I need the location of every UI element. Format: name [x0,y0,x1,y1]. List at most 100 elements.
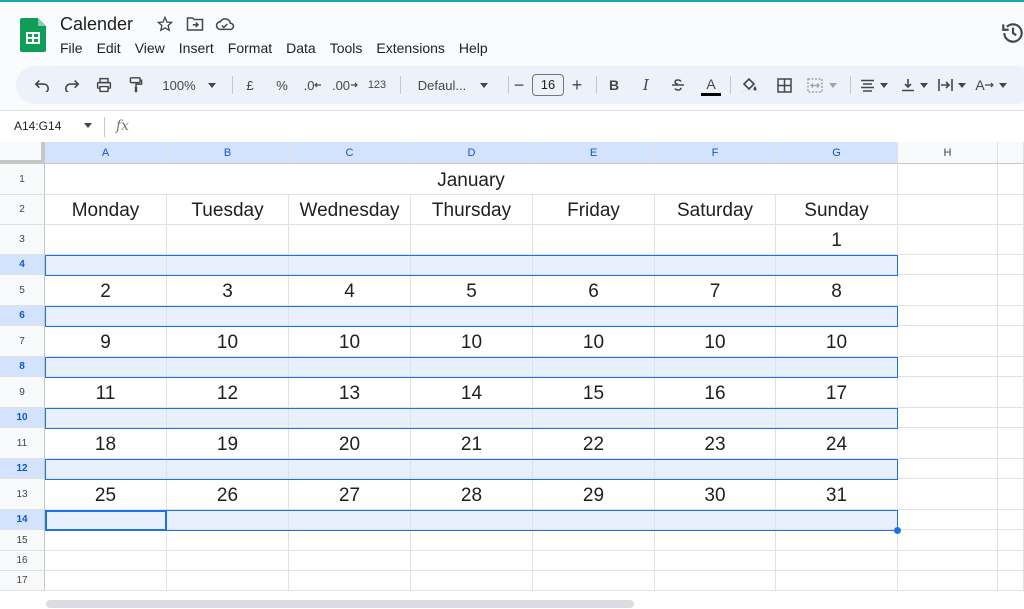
row-header-15[interactable]: 15 [0,530,45,551]
cell-A8[interactable] [45,357,167,377]
cell-A2[interactable]: Monday [45,195,167,225]
cell-I13[interactable] [998,479,1024,510]
cell-H8[interactable] [898,357,998,377]
cell-C8[interactable] [289,357,411,377]
cell-I11[interactable] [998,428,1024,459]
row-header-12[interactable]: 12 [0,459,45,479]
cell-H12[interactable] [898,459,998,479]
column-header-f[interactable]: F [655,142,776,164]
cell-B8[interactable] [167,357,289,377]
cell-F15[interactable] [655,530,776,551]
row-header-17[interactable]: 17 [0,571,45,591]
cell-E3[interactable] [533,225,655,255]
cell-C17[interactable] [289,571,411,591]
fill-color-icon[interactable] [738,66,762,104]
row-header-1[interactable]: 1 [0,164,45,195]
cell-C16[interactable] [289,551,411,571]
cell-A6[interactable] [45,306,167,326]
name-box[interactable]: A14:G14 [14,119,61,133]
cell-E16[interactable] [533,551,655,571]
column-header-b[interactable]: B [167,142,289,164]
cell-E7[interactable]: 10 [533,326,655,357]
cell-C11[interactable]: 20 [289,428,411,459]
cell-A9[interactable]: 11 [45,377,167,408]
column-header-a[interactable]: A [45,142,167,164]
menu-edit[interactable]: Edit [97,40,128,56]
undo-icon[interactable] [30,66,54,104]
cell-B11[interactable]: 19 [167,428,289,459]
cell-A16[interactable] [45,551,167,571]
cell-D14[interactable] [411,510,533,530]
horizontal-scrollbar[interactable] [46,600,634,608]
increase-font-size-button[interactable]: + [568,66,586,104]
cell-E17[interactable] [533,571,655,591]
cell-I3[interactable] [998,225,1024,255]
name-box-dropdown-icon[interactable] [84,123,92,128]
cell-B2[interactable]: Tuesday [167,195,289,225]
cell-C13[interactable]: 27 [289,479,411,510]
cell-H10[interactable] [898,408,998,428]
version-history-icon[interactable] [1000,20,1024,46]
cell-I15[interactable] [998,530,1024,551]
cell-H13[interactable] [898,479,998,510]
cell-C10[interactable] [289,408,411,428]
menu-insert[interactable]: Insert [179,40,221,56]
cell-D17[interactable] [411,571,533,591]
decrease-decimal-button[interactable]: .0 [300,66,326,104]
cell-I1[interactable] [998,164,1024,195]
document-title[interactable]: Calender [60,14,133,35]
cell-B6[interactable] [167,306,289,326]
cell-A17[interactable] [45,571,167,591]
star-icon[interactable] [155,14,175,34]
cell-F6[interactable] [655,306,776,326]
menu-format[interactable]: Format [228,40,279,56]
cell-H17[interactable] [898,571,998,591]
row-header-4[interactable]: 4 [0,255,45,275]
menu-file[interactable]: File [60,40,90,56]
cell-A4[interactable] [45,255,167,275]
cell-C2[interactable]: Wednesday [289,195,411,225]
italic-button[interactable]: I [636,66,656,104]
cell-B14[interactable] [167,510,289,530]
cell-F17[interactable] [655,571,776,591]
row-header-7[interactable]: 7 [0,326,45,357]
cell-C9[interactable]: 13 [289,377,411,408]
cell-G10[interactable] [776,408,898,428]
cell-G9[interactable]: 17 [776,377,898,408]
cell-A11[interactable]: 18 [45,428,167,459]
row-header-8[interactable]: 8 [0,357,45,377]
select-all-corner[interactable] [0,142,45,164]
cell-H11[interactable] [898,428,998,459]
row-header-10[interactable]: 10 [0,408,45,428]
cell-C7[interactable]: 10 [289,326,411,357]
cell-D8[interactable] [411,357,533,377]
horizontal-align-icon[interactable] [856,66,892,104]
cell-A7[interactable]: 9 [45,326,167,357]
month-title[interactable]: January [45,164,898,195]
cell-G4[interactable] [776,255,898,275]
paint-format-icon[interactable] [124,66,148,104]
column-header-c[interactable]: C [289,142,411,164]
cell-E14[interactable] [533,510,655,530]
cell-E5[interactable]: 6 [533,275,655,306]
cell-B16[interactable] [167,551,289,571]
cell-C15[interactable] [289,530,411,551]
cell-H16[interactable] [898,551,998,571]
cell-B7[interactable]: 10 [167,326,289,357]
cell-A5[interactable]: 2 [45,275,167,306]
cell-G11[interactable]: 24 [776,428,898,459]
cell-B15[interactable] [167,530,289,551]
menu-data[interactable]: Data [286,40,323,56]
cell-H15[interactable] [898,530,998,551]
cell-H9[interactable] [898,377,998,408]
cell-I14[interactable] [998,510,1024,530]
cell-G3[interactable]: 1 [776,225,898,255]
column-header-d[interactable]: D [411,142,533,164]
row-header-11[interactable]: 11 [0,428,45,459]
cell-I9[interactable] [998,377,1024,408]
cell-I5[interactable] [998,275,1024,306]
redo-icon[interactable] [60,66,84,104]
text-rotation-button[interactable]: A [972,66,1010,104]
text-color-button[interactable]: A [700,66,722,104]
cell-H2[interactable] [898,195,998,225]
